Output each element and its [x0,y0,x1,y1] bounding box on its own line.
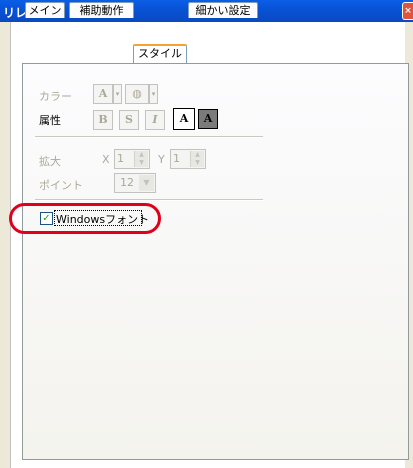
fill-color-dropdown[interactable]: ▾ [149,84,158,104]
bold-button[interactable]: B [93,110,113,130]
separator [35,136,263,138]
normal-text-button[interactable]: A [173,108,195,130]
spinner-arrows-icon[interactable]: ▲ ▼ [134,151,148,167]
scale-y-value: 1 [173,152,180,165]
fill-color-icon[interactable]: ◍ [125,84,149,104]
y-label: Y [158,153,165,166]
scale-label: 拡大 [39,155,61,168]
relay-dialog: リレー × メイン 補助動作 スタイル 細かい設定 カラー A ▾ ◍ ▾ 属性… [0,0,413,468]
text-color-dropdown[interactable]: ▾ [113,84,122,104]
style-panel: カラー A ▾ ◍ ▾ 属性 B S I A A 拡大 X 1 ▲ ▼ Y 1 ▲… [22,63,409,460]
separator [35,199,263,201]
tab-main[interactable]: メイン [25,2,65,18]
text-color-button[interactable]: A [93,84,113,104]
point-size-value: 12 [120,176,134,189]
point-label: ポイント [39,179,83,192]
scale-x-value: 1 [117,152,124,165]
close-icon[interactable]: × [402,2,413,20]
tab-style[interactable]: スタイル [133,44,187,64]
tab-detail-settings[interactable]: 細かい設定 [188,2,258,18]
scale-y-spinner[interactable]: 1 ▲ ▼ [170,149,206,169]
point-size-select[interactable]: 12 ▼ [114,173,156,193]
reverse-text-button[interactable]: A [198,109,218,129]
chevron-down-icon[interactable]: ▼ [139,175,154,191]
scale-x-spinner[interactable]: 1 ▲ ▼ [114,149,150,169]
attribute-label: 属性 [39,114,61,127]
highlight-oval [9,203,161,234]
tab-aux-action[interactable]: 補助動作 [69,2,134,18]
italic-button[interactable]: I [145,110,165,130]
x-label: X [102,153,110,166]
color-label: カラー [39,90,72,103]
spinner-arrows-icon[interactable]: ▲ ▼ [190,151,204,167]
shadow-button[interactable]: S [119,110,139,130]
